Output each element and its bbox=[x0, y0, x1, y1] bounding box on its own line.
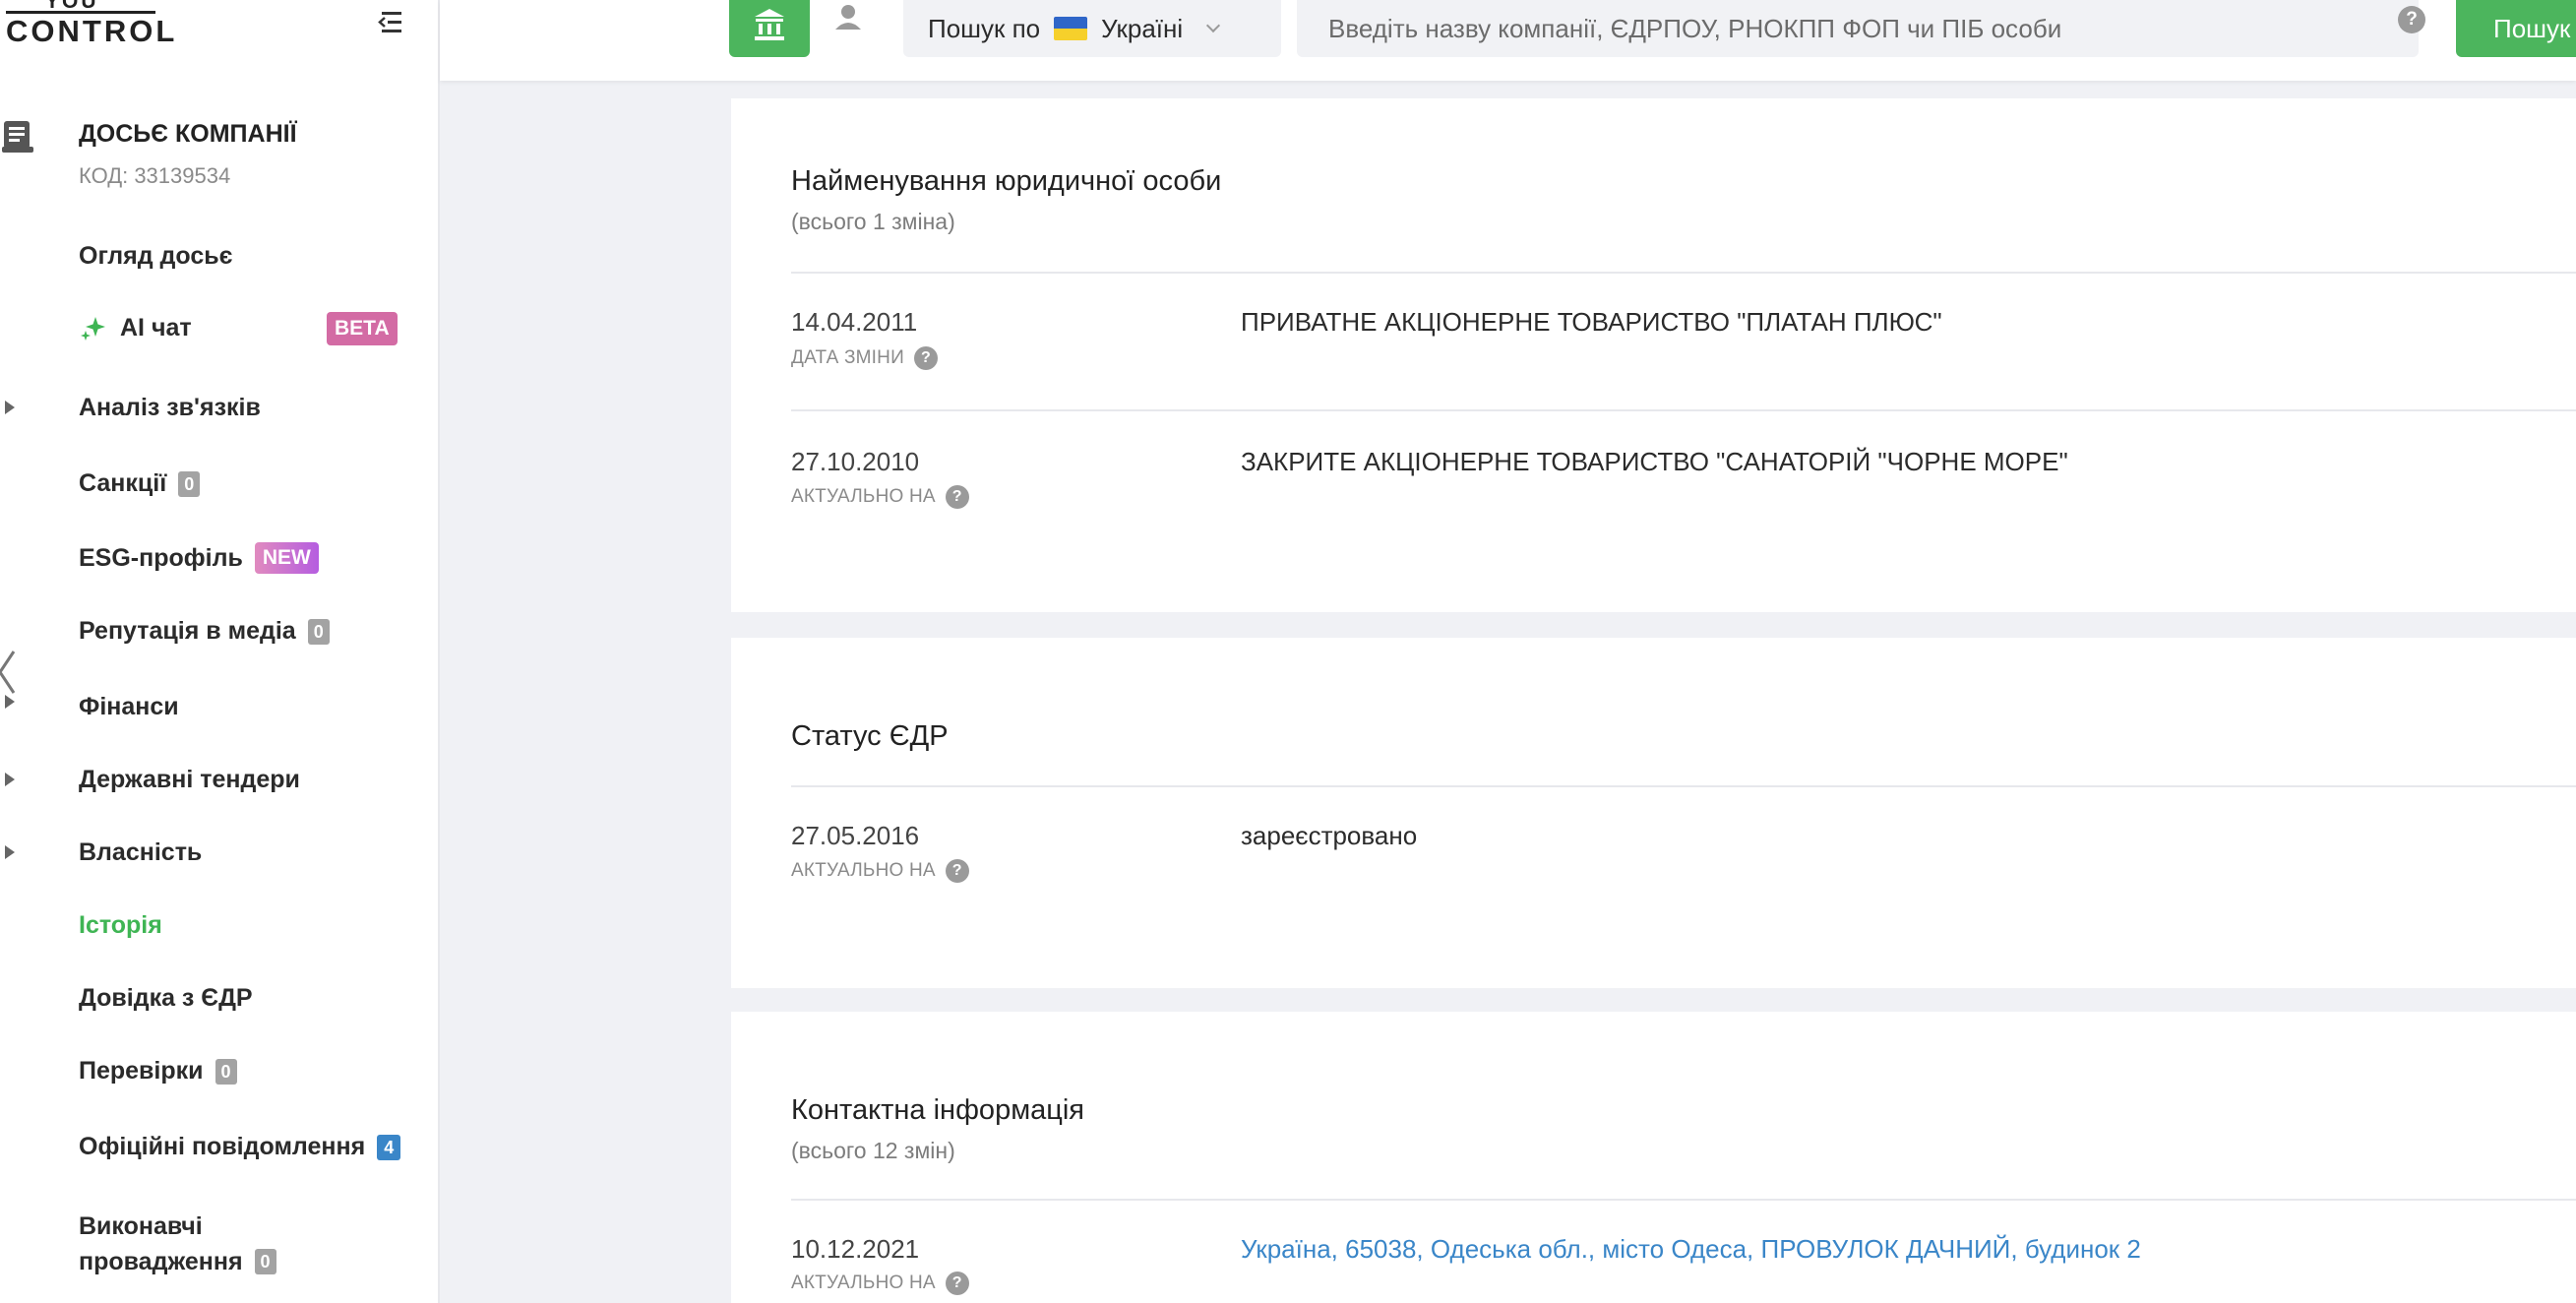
sidebar-item-label: Фінанси bbox=[79, 693, 179, 720]
scope-country: Україні bbox=[1101, 13, 1184, 43]
count-badge: 0 bbox=[307, 618, 330, 645]
dossier-icon bbox=[2, 119, 33, 155]
sidebar-item-inspections[interactable]: Перевірки 0 bbox=[79, 1057, 237, 1086]
help-icon[interactable]: ? bbox=[945, 859, 969, 883]
sidebar-item-enforcement[interactable]: Виконавчі провадження 0 bbox=[79, 1209, 276, 1279]
sidebar-item-label: провадження bbox=[79, 1248, 243, 1275]
ukraine-flag-icon bbox=[1054, 17, 1088, 40]
sidebar-item-label: Огляд досьє bbox=[79, 242, 233, 270]
row-date: 27.05.2016 bbox=[791, 821, 920, 850]
row-label: АКТУАЛЬНО НА ? bbox=[791, 859, 969, 883]
dossier-code: КОД: 33139534 bbox=[79, 163, 231, 188]
section-title: Контактна інформація bbox=[791, 1094, 1085, 1126]
search-button[interactable]: Пошук bbox=[2456, 0, 2576, 57]
row-label-text: АКТУАЛЬНО НА bbox=[791, 860, 936, 881]
section-title: Найменування юридичної особи bbox=[791, 165, 1222, 197]
section-subtitle: (всього 1 зміна) bbox=[791, 209, 955, 234]
dossier-title: ДОСЬЄ КОМПАНІЇ bbox=[79, 120, 297, 148]
youcontrol-logo[interactable]: YOU CONTROL bbox=[6, 0, 174, 51]
sidebar-item-esg[interactable]: ESG-профіль NEW bbox=[79, 542, 319, 574]
sidebar-item-label: Довідка з ЄДР bbox=[79, 984, 253, 1012]
sidebar-item-label: Репутація в медіа bbox=[79, 617, 296, 645]
help-icon[interactable]: ? bbox=[913, 346, 938, 370]
expand-arrow-icon[interactable] bbox=[5, 695, 15, 709]
sidebar-item-sanctions[interactable]: Санкції 0 bbox=[79, 469, 201, 498]
expand-arrow-icon[interactable] bbox=[5, 773, 15, 786]
sidebar-item-official-notices[interactable]: Офіційні повідомлення 4 bbox=[79, 1133, 401, 1161]
sidebar-item-label: Виконавчі bbox=[79, 1212, 203, 1240]
divider bbox=[791, 409, 2576, 411]
person-search-icon[interactable] bbox=[827, 0, 870, 49]
row-label-text: ДАТА ЗМІНИ bbox=[791, 347, 904, 368]
section-subtitle: (всього 12 змін) bbox=[791, 1138, 955, 1163]
sidebar-item-label: AI чат bbox=[120, 313, 192, 341]
top-bar: Пошук по Україні ? Пошук bbox=[440, 0, 2576, 81]
row-date: 14.04.2011 bbox=[791, 307, 918, 337]
beta-badge: BETA bbox=[327, 312, 398, 345]
sidebar-item-ai-chat[interactable]: AI чат bbox=[79, 313, 192, 342]
sidebar-item-tenders[interactable]: Державні тендери bbox=[79, 766, 300, 794]
sidebar-item-label: Санкції bbox=[79, 469, 167, 497]
row-label-text: АКТУАЛЬНО НА bbox=[791, 1272, 936, 1293]
row-label: АКТУАЛЬНО НА ? bbox=[791, 485, 969, 509]
help-icon[interactable]: ? bbox=[945, 485, 969, 509]
sidebar-item-label: Власність bbox=[79, 838, 203, 866]
help-icon[interactable]: ? bbox=[2398, 6, 2425, 33]
sidebar-item-finances[interactable]: Фінанси bbox=[79, 693, 179, 721]
count-badge: 0 bbox=[178, 470, 201, 497]
row-date: 10.12.2021 bbox=[791, 1234, 920, 1264]
search-scope-dropdown[interactable]: Пошук по Україні bbox=[903, 0, 1281, 57]
row-label-text: АКТУАЛЬНО НА bbox=[791, 486, 936, 507]
section-title: Статус ЄДР bbox=[791, 720, 949, 752]
edr-status-card: Статус ЄДР 27.05.2016 АКТУАЛЬНО НА ? зар… bbox=[731, 638, 2576, 988]
scope-prefix: Пошук по bbox=[928, 13, 1041, 43]
divider bbox=[791, 1199, 2576, 1201]
sidebar-item-label: Історія bbox=[79, 911, 162, 939]
row-value: зареєстровано bbox=[1241, 821, 1418, 850]
sidebar-item-label: Офіційні повідомлення bbox=[79, 1133, 366, 1160]
count-badge: 4 bbox=[377, 1134, 401, 1160]
sidebar-back-chevron-icon[interactable] bbox=[0, 648, 18, 697]
row-value: ЗАКРИТЕ АКЦІОНЕРНЕ ТОВАРИСТВО "САНАТОРІЙ… bbox=[1241, 447, 2068, 476]
logo-bottom-text: CONTROL bbox=[6, 14, 178, 48]
row-label: АКТУАЛЬНО НА ? bbox=[791, 1272, 969, 1295]
count-badge: 0 bbox=[215, 1058, 237, 1085]
divider bbox=[791, 785, 2576, 787]
row-label: ДАТА ЗМІНИ ? bbox=[791, 346, 938, 370]
address-link[interactable]: Україна, 65038, Одеська обл., місто Одес… bbox=[1241, 1234, 2141, 1265]
expand-arrow-icon[interactable] bbox=[5, 845, 15, 859]
help-icon[interactable]: ? bbox=[945, 1272, 969, 1295]
chevron-down-icon bbox=[1206, 18, 1221, 33]
sidebar-item-ownership[interactable]: Власність bbox=[79, 838, 202, 867]
logo-top-text: YOU bbox=[45, 0, 99, 13]
sidebar: YOU CONTROL ДОСЬЄ КОМПАНІЇ КОД: 33139534… bbox=[0, 0, 440, 1303]
divider bbox=[791, 272, 2576, 274]
collapse-menu-icon[interactable] bbox=[374, 6, 407, 39]
count-badge: 0 bbox=[254, 1249, 276, 1274]
sidebar-item-media-reputation[interactable]: Репутація в медіа 0 bbox=[79, 617, 330, 646]
sidebar-item-label: ESG-профіль bbox=[79, 543, 243, 572]
sidebar-item-label: Перевірки bbox=[79, 1057, 204, 1085]
sidebar-item-overview[interactable]: Огляд досьє bbox=[79, 242, 232, 271]
expand-arrow-icon[interactable] bbox=[5, 401, 15, 414]
sidebar-item-label: Аналіз зв'язків bbox=[79, 394, 261, 421]
contact-info-card: Контактна інформація (всього 12 змін) 10… bbox=[731, 1012, 2576, 1303]
sidebar-item-history[interactable]: Історія bbox=[79, 911, 162, 940]
sidebar-item-links-analysis[interactable]: Аналіз зв'язків bbox=[79, 394, 261, 422]
row-value: ПРИВАТНЕ АКЦІОНЕРНЕ ТОВАРИСТВО "ПЛАТАН П… bbox=[1241, 307, 1942, 337]
company-search-button[interactable] bbox=[729, 0, 810, 57]
row-date: 27.10.2010 bbox=[791, 447, 920, 476]
sparkle-icon bbox=[79, 313, 108, 342]
sidebar-item-edr-certificate[interactable]: Довідка з ЄДР bbox=[79, 984, 253, 1013]
search-input[interactable] bbox=[1297, 0, 2419, 57]
name-history-card: Найменування юридичної особи (всього 1 з… bbox=[731, 98, 2576, 612]
new-badge: NEW bbox=[254, 542, 319, 574]
sidebar-item-label: Державні тендери bbox=[79, 766, 300, 793]
